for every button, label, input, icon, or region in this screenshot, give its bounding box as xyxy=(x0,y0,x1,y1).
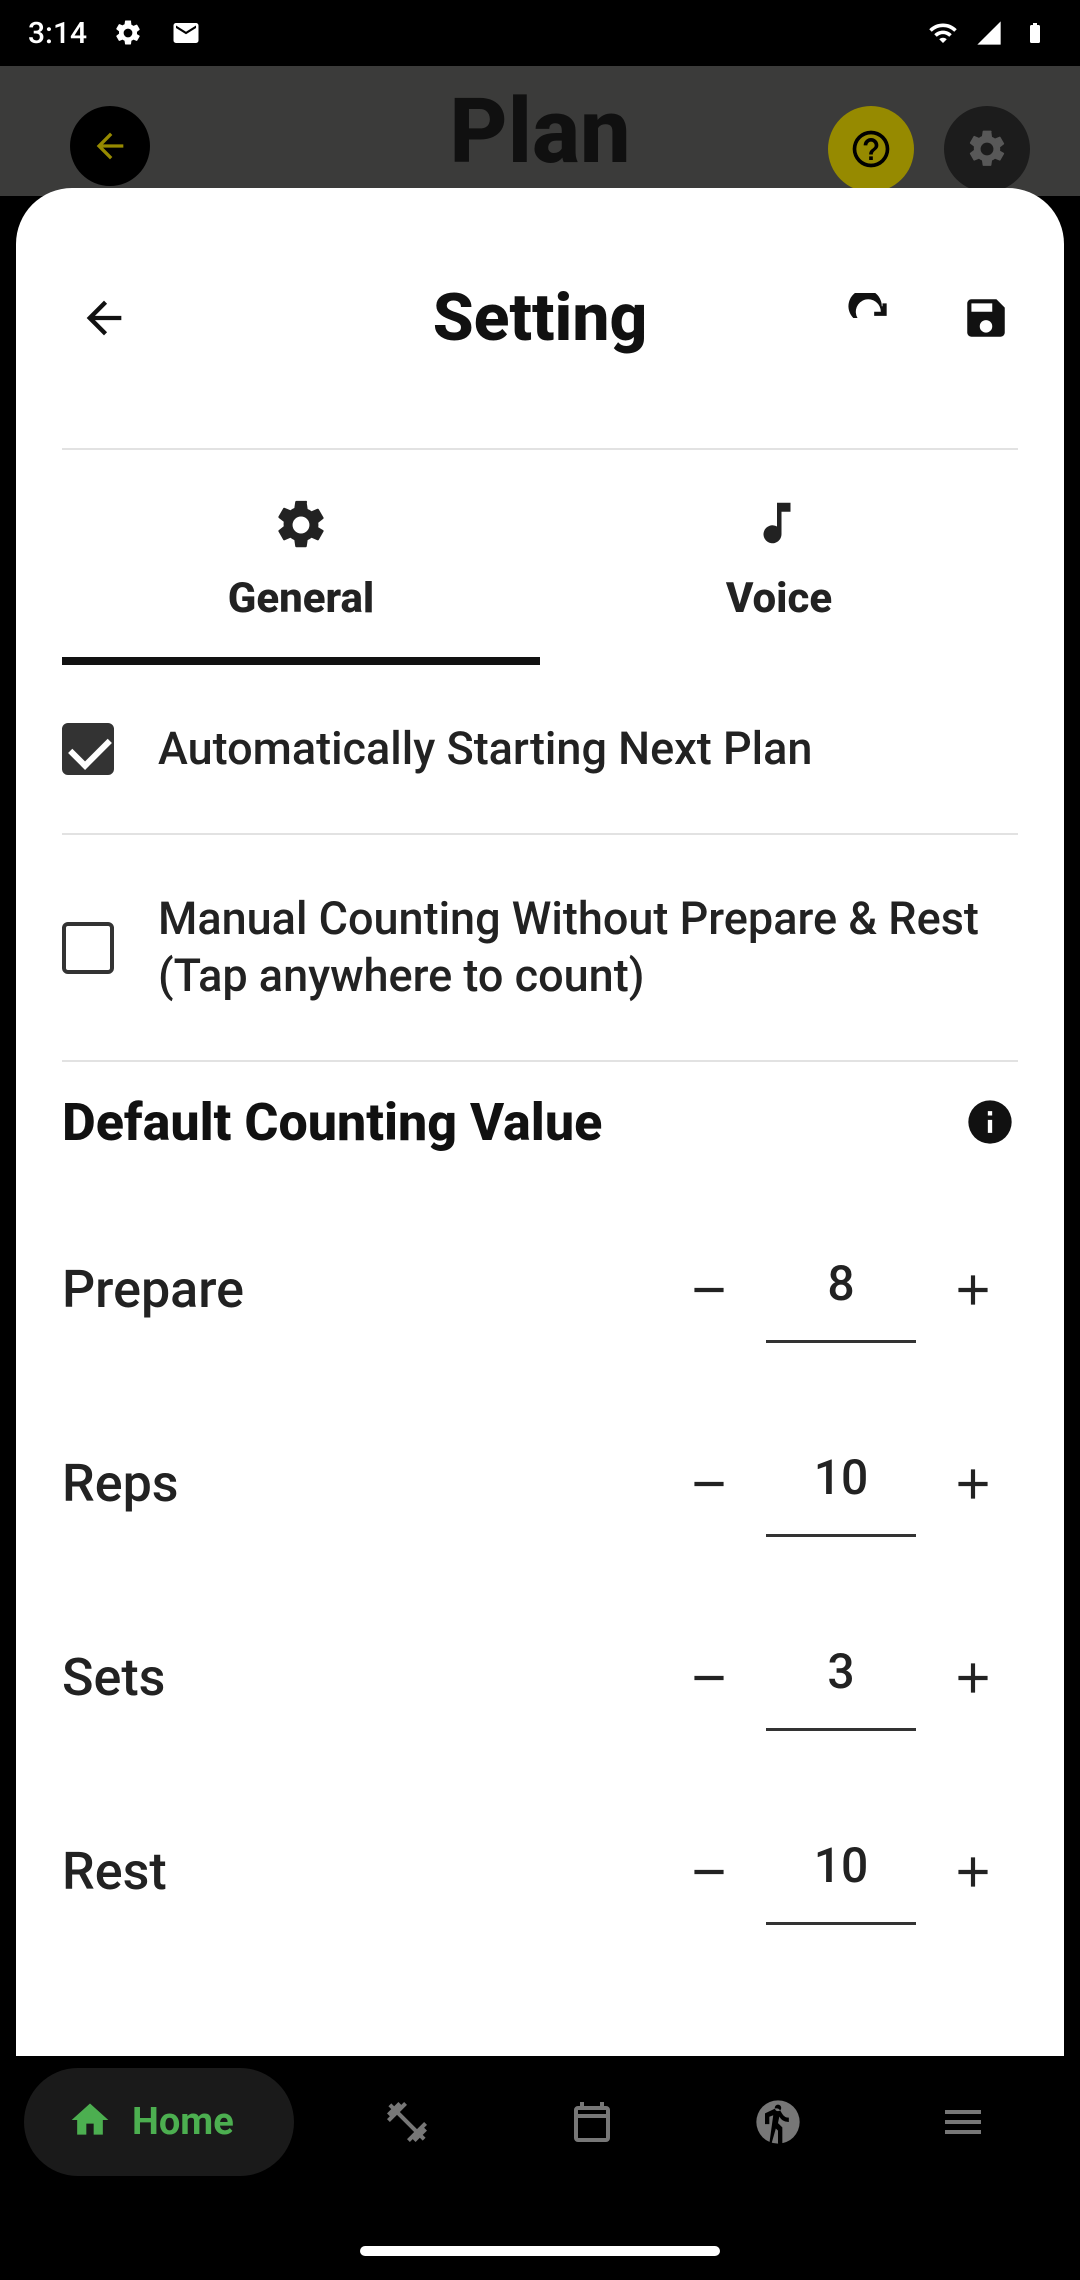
backdrop-plan-screen: Plan xyxy=(0,66,1080,196)
battery-icon xyxy=(1018,16,1052,50)
tab-general[interactable]: General xyxy=(62,450,540,665)
status-time: 3:14 xyxy=(28,16,87,51)
section-header: Default Counting Value xyxy=(16,1062,1064,1193)
info-button[interactable] xyxy=(962,1094,1018,1150)
sheet-title: Setting xyxy=(433,280,648,357)
gesture-bar xyxy=(360,2246,720,2256)
increment-button[interactable] xyxy=(928,1245,1018,1335)
nav-menu[interactable] xyxy=(936,2095,990,2149)
home-icon xyxy=(68,2098,112,2146)
increment-button[interactable] xyxy=(928,1827,1018,1917)
stepper-label: Sets xyxy=(62,1647,664,1708)
backdrop-title: Plan xyxy=(449,79,630,184)
stepper-reps: Reps 10 xyxy=(16,1387,1064,1581)
decrement-button[interactable] xyxy=(664,1827,754,1917)
bottom-nav: Home xyxy=(0,2056,1080,2188)
stepper-sets: Sets 3 xyxy=(16,1581,1064,1775)
android-status-bar: 3:14 xyxy=(0,0,1080,66)
tab-voice[interactable]: Voice xyxy=(540,450,1018,665)
signal-icon xyxy=(972,16,1006,50)
increment-button[interactable] xyxy=(928,1439,1018,1529)
refresh-button[interactable] xyxy=(842,290,898,346)
tabs: General Voice xyxy=(62,450,1018,665)
wifi-icon xyxy=(926,16,960,50)
stepper-value[interactable]: 8 xyxy=(766,1237,916,1343)
sheet-header: Setting xyxy=(16,188,1064,448)
checkbox-icon xyxy=(62,922,114,974)
decrement-button[interactable] xyxy=(664,1633,754,1723)
back-button[interactable] xyxy=(76,290,132,346)
stepper-label: Prepare xyxy=(62,1259,664,1320)
stepper-label: Reps xyxy=(62,1453,664,1514)
section-title: Default Counting Value xyxy=(62,1092,602,1153)
messages-icon xyxy=(169,16,203,50)
check-label: Manual Counting Without Prepare & Rest (… xyxy=(158,891,1018,1004)
check-auto-start[interactable]: Automatically Starting Next Plan xyxy=(16,665,1064,833)
save-button[interactable] xyxy=(958,290,1014,346)
stepper-rest: Rest 10 xyxy=(16,1775,1064,1969)
stepper-prepare: Prepare 8 xyxy=(16,1193,1064,1387)
settings-sheet: Setting General Voice Automatically xyxy=(16,188,1064,2056)
backdrop-help-button xyxy=(828,106,914,192)
stepper-value[interactable]: 3 xyxy=(766,1625,916,1731)
decrement-button[interactable] xyxy=(664,1245,754,1335)
checkbox-icon xyxy=(62,723,114,775)
stepper-value[interactable]: 10 xyxy=(766,1819,916,1925)
tab-label: General xyxy=(228,574,375,623)
tab-label: Voice xyxy=(726,574,832,623)
check-manual-counting[interactable]: Manual Counting Without Prepare & Rest (… xyxy=(16,835,1064,1060)
gear-icon xyxy=(111,16,145,50)
stepper-label: Rest xyxy=(62,1841,664,1902)
music-note-icon xyxy=(750,496,808,554)
nav-activity[interactable] xyxy=(751,2095,805,2149)
increment-button[interactable] xyxy=(928,1633,1018,1723)
nav-label: Home xyxy=(132,2100,234,2144)
check-label: Automatically Starting Next Plan xyxy=(158,721,812,777)
nav-calendar[interactable] xyxy=(565,2095,619,2149)
stepper-value[interactable]: 10 xyxy=(766,1431,916,1537)
nav-home[interactable]: Home xyxy=(24,2068,294,2176)
backdrop-back-button xyxy=(70,106,150,186)
backdrop-settings-button xyxy=(944,106,1030,192)
nav-workouts[interactable] xyxy=(380,2095,434,2149)
gear-icon xyxy=(272,496,330,554)
decrement-button[interactable] xyxy=(664,1439,754,1529)
